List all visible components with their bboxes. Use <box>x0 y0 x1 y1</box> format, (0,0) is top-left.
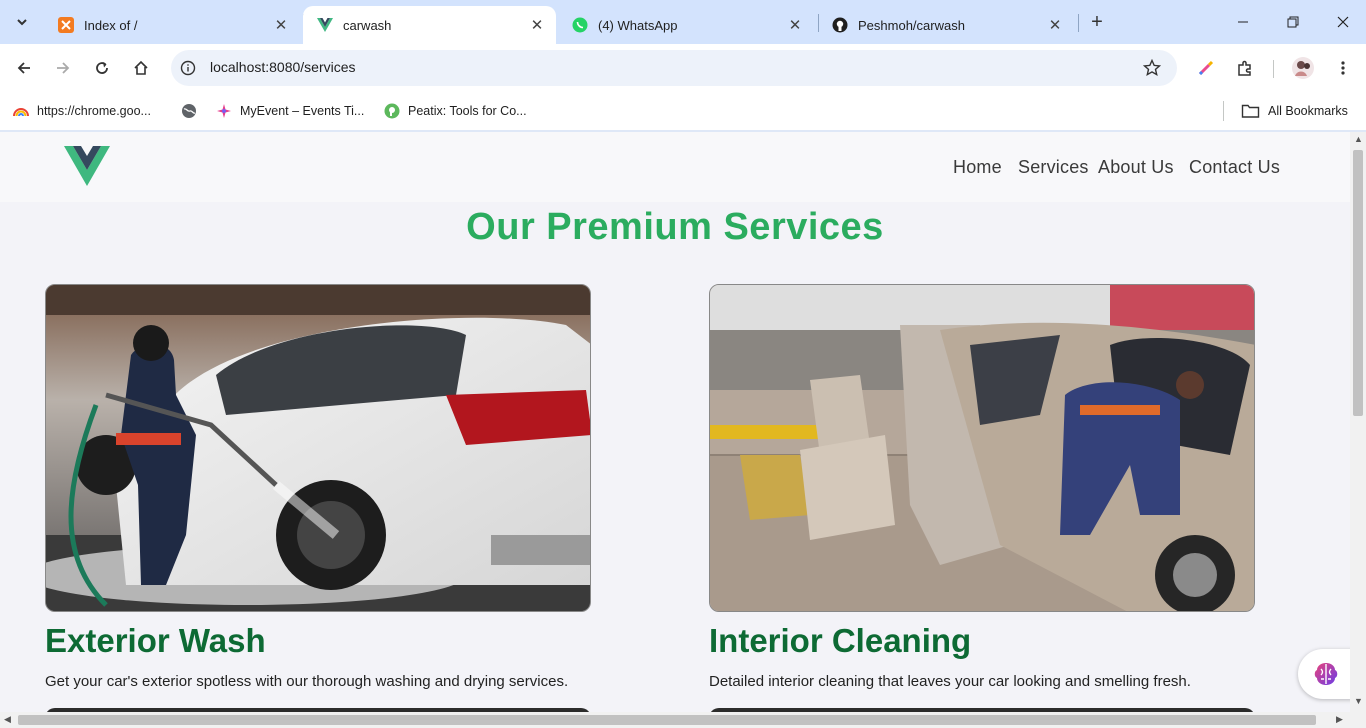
tab-separator <box>1078 14 1079 32</box>
forward-icon <box>57 62 70 74</box>
tab-carwash[interactable]: carwash ✕ <box>303 6 556 44</box>
scroll-up-icon[interactable]: ▲ <box>1354 134 1363 144</box>
browser-toolbar: localhost:8080/services <box>0 44 1366 92</box>
service-title-exterior: Exterior Wash <box>45 622 266 659</box>
avatar <box>1292 57 1314 79</box>
bookmarks-separator <box>1223 101 1224 121</box>
scroll-right-icon[interactable]: ▶ <box>1336 714 1343 725</box>
toolbar-separator <box>1273 60 1274 78</box>
interior-cleaning-image <box>709 284 1255 612</box>
profile-button[interactable] <box>1289 54 1317 82</box>
back-icon <box>17 62 30 74</box>
bookmark-globe[interactable] <box>181 101 205 121</box>
menu-button[interactable] <box>1329 54 1357 82</box>
tab-strip: Index of / ✕ carwash ✕ (4) WhatsApp ✕ Pe… <box>0 0 1366 44</box>
service-description-exterior: Get your car's exterior spotless with ou… <box>45 673 569 690</box>
peatix-icon <box>384 103 400 119</box>
vertical-scroll-thumb[interactable] <box>1353 150 1363 416</box>
globe-icon <box>182 104 196 118</box>
restore-icon <box>1287 16 1299 28</box>
bookmark-myevent[interactable]: MyEvent – Events Ti... <box>216 101 364 121</box>
puzzle-icon <box>1238 60 1251 76</box>
assistant-button[interactable] <box>1298 649 1354 699</box>
service-title-interior: Interior Cleaning <box>709 622 972 659</box>
reload-button[interactable] <box>88 54 116 82</box>
brain-icon <box>1314 663 1338 685</box>
scroll-down-icon[interactable]: ▼ <box>1354 696 1363 706</box>
bookmarks-bar: https://chrome.goo... MyEvent – Events T… <box>0 92 1366 130</box>
star-icon[interactable] <box>1143 59 1161 77</box>
close-icon[interactable]: ✕ <box>786 16 804 34</box>
horizontal-scroll-thumb[interactable] <box>18 715 1316 725</box>
nav-link-contact[interactable]: Contact Us <box>1189 157 1280 178</box>
close-icon <box>1337 16 1349 28</box>
tab-index[interactable]: Index of / ✕ <box>44 6 300 44</box>
back-button[interactable] <box>10 54 38 82</box>
close-window-button[interactable] <box>1318 0 1366 44</box>
nav-link-services[interactable]: Services <box>1018 157 1089 178</box>
all-bookmarks-label: All Bookmarks <box>1268 104 1348 118</box>
all-bookmarks-button[interactable]: All Bookmarks <box>1241 101 1348 121</box>
horizontal-scrollbar[interactable]: ◀ ▶ <box>0 712 1366 728</box>
service-description-interior: Detailed interior cleaning that leaves y… <box>709 673 1191 690</box>
bookmark-label: https://chrome.goo... <box>37 104 151 118</box>
minimize-icon <box>1238 21 1248 23</box>
tab-search-button[interactable] <box>8 8 36 36</box>
tab-title: Index of / <box>84 17 138 33</box>
vue-logo-icon[interactable] <box>64 146 110 186</box>
whatsapp-icon <box>572 17 588 33</box>
tab-whatsapp[interactable]: (4) WhatsApp ✕ <box>558 6 814 44</box>
nav-link-about[interactable]: About Us <box>1098 157 1174 178</box>
menu-icon <box>1341 61 1345 75</box>
tab-title: (4) WhatsApp <box>598 17 678 33</box>
page-viewport: Home Services About Us Contact Us Our Pr… <box>0 132 1350 712</box>
rainbow-icon <box>13 108 29 117</box>
tab-github[interactable]: Peshmoh/carwash ✕ <box>818 6 1074 44</box>
extensions-button[interactable] <box>1231 54 1259 82</box>
restore-button[interactable] <box>1268 0 1318 44</box>
pen-icon <box>1198 60 1214 76</box>
forward-button[interactable] <box>49 54 77 82</box>
home-icon <box>134 60 148 75</box>
pen-extension-button[interactable] <box>1192 54 1220 82</box>
home-button[interactable] <box>127 54 155 82</box>
minimize-button[interactable] <box>1218 0 1268 44</box>
nav-link-home[interactable]: Home <box>953 157 1002 178</box>
page-title: Our Premium Services <box>466 206 884 248</box>
github-icon <box>832 17 848 33</box>
close-icon[interactable]: ✕ <box>528 16 546 34</box>
myevent-icon <box>217 104 231 118</box>
info-icon[interactable] <box>180 60 196 76</box>
xampp-icon <box>58 17 74 33</box>
bookmark-chrome[interactable]: https://chrome.goo... <box>13 101 151 121</box>
chevron-down-icon <box>17 19 27 26</box>
reload-icon <box>96 62 108 74</box>
bookmark-label: MyEvent – Events Ti... <box>240 104 365 118</box>
address-bar[interactable]: localhost:8080/services <box>171 50 1177 86</box>
exterior-wash-image <box>45 284 591 612</box>
url-text[interactable]: localhost:8080/services <box>210 59 356 75</box>
scroll-left-icon[interactable]: ◀ <box>4 714 11 725</box>
tab-title: carwash <box>343 17 392 33</box>
close-icon[interactable]: ✕ <box>1046 16 1064 34</box>
site-navbar: Home Services About Us Contact Us <box>0 132 1350 202</box>
vue-icon <box>317 18 333 32</box>
bookmark-label: Peatix: Tools for Co... <box>408 104 527 118</box>
new-tab-button[interactable]: + <box>1085 10 1109 34</box>
close-icon[interactable]: ✕ <box>272 16 290 34</box>
tab-title: Peshmoh/carwash <box>858 17 965 33</box>
vertical-scrollbar[interactable]: ▲ ▼ <box>1350 132 1366 712</box>
bookmark-peatix[interactable]: Peatix: Tools for Co... <box>384 101 527 121</box>
folder-icon <box>1241 104 1260 118</box>
